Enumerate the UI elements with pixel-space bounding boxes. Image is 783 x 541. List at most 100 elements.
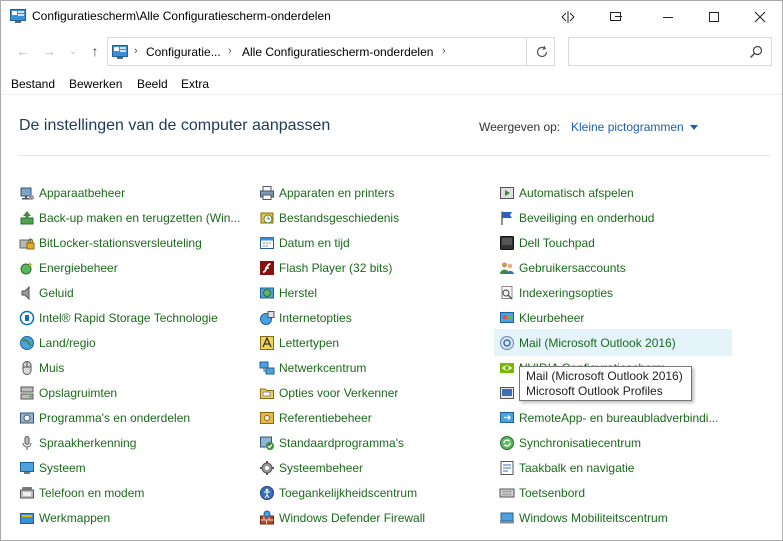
view-by-dropdown[interactable]: Kleine pictogrammen (571, 120, 684, 134)
file-history-icon (259, 210, 275, 226)
search-input[interactable] (568, 37, 772, 66)
dropdown-caret-icon[interactable] (690, 125, 698, 130)
item-fonts[interactable]: Lettertypen (255, 330, 491, 355)
users-icon (499, 260, 515, 276)
navigation-bar: ← → ⌄ ↑ › Configuratie... › Alle Configu… (1, 32, 782, 70)
item-accessibility[interactable]: Toegankelijkheidscentrum (255, 480, 491, 505)
menu-extra[interactable]: Extra (181, 77, 209, 91)
default-programs-icon (259, 435, 275, 451)
item-dell-touchpad[interactable]: Dell Touchpad (495, 230, 731, 255)
menu-bar: Bestand Bewerken Beeld Extra (1, 71, 782, 95)
work-folders-icon (19, 510, 35, 526)
item-remoteapp[interactable]: RemoteApp- en bureaubladverbindi... (495, 405, 731, 430)
speaker-icon (19, 285, 35, 301)
sync-icon (499, 435, 515, 451)
item-file-history[interactable]: Bestandsgeschiedenis (255, 205, 491, 230)
item-admin-tools[interactable]: Systeembeheer (255, 455, 491, 480)
internet-options-icon (259, 310, 275, 326)
realtek-icon (499, 385, 515, 401)
remoteapp-icon (499, 410, 515, 426)
up-arrow-icon[interactable]: ↑ (85, 41, 105, 61)
folder-options-icon (259, 385, 275, 401)
forward-arrow-icon[interactable]: → (39, 41, 59, 61)
menu-file[interactable]: Bestand (11, 77, 55, 91)
item-autoplay[interactable]: Automatisch afspelen (495, 180, 731, 205)
mobility-icon (499, 510, 515, 526)
item-flash-player[interactable]: Flash Player (32 bits) (255, 255, 491, 280)
flash-icon (259, 260, 275, 276)
search-icon (749, 45, 763, 59)
item-default-programs[interactable]: Standaardprogramma's (255, 430, 491, 455)
indexing-icon (499, 285, 515, 301)
item-programs[interactable]: Programma's en onderdelen (15, 405, 251, 430)
item-keyboard[interactable]: Toetsenbord (495, 480, 731, 505)
recovery-icon (259, 285, 275, 301)
network-icon (259, 360, 275, 376)
menu-view[interactable]: Beeld (137, 77, 168, 91)
item-security-maintenance[interactable]: Beveiliging en onderhoud (495, 205, 731, 230)
device-manager-icon (19, 185, 35, 201)
item-color-management[interactable]: Kleurbeheer (495, 305, 731, 330)
item-region[interactable]: Land/regio (15, 330, 251, 355)
page-title: De instellingen van de computer aanpasse… (19, 117, 331, 134)
item-mail-outlook[interactable]: Mail (Microsoft Outlook 2016) (494, 329, 732, 356)
item-taskbar-navigation[interactable]: Taakbalk en navigatie (495, 455, 731, 480)
snap-icon[interactable] (545, 1, 591, 32)
item-devices-printers[interactable]: Apparaten en printers (255, 180, 491, 205)
tooltip-title: Mail (Microsoft Outlook 2016) (526, 369, 683, 383)
item-storage-spaces[interactable]: Opslagruimten (15, 380, 251, 405)
phone-icon (19, 485, 35, 501)
title-bar[interactable]: Configuratiescherm\Alle Configuratiesche… (1, 1, 782, 32)
item-mobility-center[interactable]: Windows Mobiliteitscentrum (495, 505, 731, 530)
programs-icon (19, 410, 35, 426)
address-bar[interactable]: › Configuratie... › Alle Configuratiesch… (107, 37, 555, 66)
color-icon (499, 310, 515, 326)
control-panel-window: Configuratiescherm\Alle Configuratiesche… (0, 0, 783, 541)
item-date-time[interactable]: Datum en tijd (255, 230, 491, 255)
items-column-3: Automatisch afspelen Beveiliging en onde… (494, 180, 732, 530)
breadcrumb-separator-icon[interactable]: › (228, 45, 232, 57)
item-system[interactable]: Systeem (15, 455, 251, 480)
item-device-manager[interactable]: Apparaatbeheer (15, 180, 251, 205)
item-mouse[interactable]: Muis (15, 355, 251, 380)
mouse-icon (19, 360, 35, 376)
item-backup[interactable]: Back-up maken en terugzetten (Win... (15, 205, 251, 230)
item-intel-rst[interactable]: Intel® Rapid Storage Technologie (15, 305, 251, 330)
item-sync-center[interactable]: Synchronisatiecentrum (495, 430, 731, 455)
breadcrumb-all-items[interactable]: Alle Configuratiescherm-onderdelen (242, 45, 433, 59)
item-explorer-options[interactable]: Opties voor Verkenner (255, 380, 491, 405)
back-arrow-icon[interactable]: ← (13, 41, 33, 61)
tab-icon[interactable] (593, 1, 639, 32)
globe-icon (19, 335, 35, 351)
menu-edit[interactable]: Bewerken (69, 77, 122, 91)
header-divider (18, 155, 770, 156)
item-indexing-options[interactable]: Indexeringsopties (495, 280, 731, 305)
autoplay-icon (499, 185, 515, 201)
item-power[interactable]: Energiebeheer (15, 255, 251, 280)
item-work-folders[interactable]: Werkmappen (15, 505, 251, 530)
bitlocker-icon (19, 235, 35, 251)
item-sound[interactable]: Geluid (15, 280, 251, 305)
item-user-accounts[interactable]: Gebruikersaccounts (495, 255, 731, 280)
printer-icon (259, 185, 275, 201)
keyboard-icon (499, 485, 515, 501)
breadcrumb-separator-icon[interactable]: › (442, 45, 446, 57)
item-speech[interactable]: Spraakherkenning (15, 430, 251, 455)
item-network-center[interactable]: Netwerkcentrum (255, 355, 491, 380)
breadcrumb-separator-icon[interactable]: › (134, 45, 138, 57)
accessibility-icon (259, 485, 275, 501)
item-bitlocker[interactable]: BitLocker-stationsversleuteling (15, 230, 251, 255)
item-credential-manager[interactable]: Referentiebeheer (255, 405, 491, 430)
refresh-icon[interactable] (532, 42, 552, 62)
window-title: Configuratiescherm\Alle Configuratiesche… (32, 9, 331, 23)
item-phone-modem[interactable]: Telefoon en modem (15, 480, 251, 505)
power-icon (19, 260, 35, 276)
item-recovery[interactable]: Herstel (255, 280, 491, 305)
breadcrumb-control-panel[interactable]: Configuratie... (146, 45, 221, 59)
chevron-down-icon[interactable]: ⌄ (63, 41, 83, 61)
item-firewall[interactable]: Windows Defender Firewall (255, 505, 491, 530)
item-internet-options[interactable]: Internetopties (255, 305, 491, 330)
minimize-button[interactable] (645, 1, 691, 32)
close-button[interactable] (737, 1, 782, 32)
maximize-button[interactable] (691, 1, 737, 32)
